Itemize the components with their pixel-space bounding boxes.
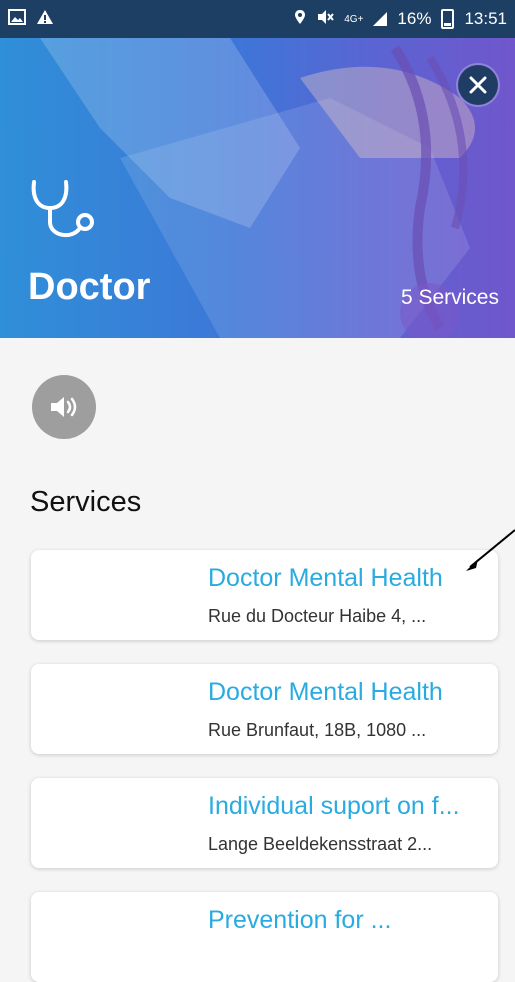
speaker-icon xyxy=(51,397,77,417)
services-section-title: Services xyxy=(30,486,142,518)
category-header: Doctor 5 Services xyxy=(0,38,515,338)
service-address: Rue du Docteur Haibe 4, ... xyxy=(208,606,427,626)
location-icon xyxy=(294,9,306,30)
image-notification-icon xyxy=(8,8,26,30)
warning-icon xyxy=(36,9,54,30)
audio-button[interactable] xyxy=(32,375,96,439)
services-count: 5 Services xyxy=(400,286,499,309)
status-right: 4G+ 16% 13:51 xyxy=(294,9,507,30)
category-title: Doctor xyxy=(28,266,151,308)
service-card[interactable]: Prevention for ... xyxy=(31,892,498,982)
service-title: Prevention for ... xyxy=(208,906,392,934)
close-button[interactable] xyxy=(458,65,498,105)
signal-icon xyxy=(373,12,388,26)
service-address: Lange Beeldekensstraat 2... xyxy=(208,834,433,854)
clock: 13:51 xyxy=(464,9,507,28)
service-card[interactable]: Individual suport on f... Lange Beeldeke… xyxy=(31,778,498,868)
mute-icon xyxy=(316,9,335,30)
service-card[interactable]: Doctor Mental Health Rue Brunfaut, 18B, … xyxy=(31,664,498,754)
battery-percent: 16% xyxy=(397,9,432,28)
close-icon xyxy=(469,76,487,94)
network-type: 4G+ xyxy=(344,13,364,25)
stethoscope-icon xyxy=(31,180,94,238)
service-address: Rue Brunfaut, 18B, 1080 ... xyxy=(208,720,427,740)
service-title: Doctor Mental Health xyxy=(208,564,443,592)
service-title: Doctor Mental Health xyxy=(208,678,443,706)
status-left xyxy=(8,8,54,30)
status-bar: 4G+ 16% 13:51 xyxy=(0,0,515,38)
service-card[interactable]: Doctor Mental Health Rue du Docteur Haib… xyxy=(31,550,498,640)
battery-icon xyxy=(441,9,455,29)
service-title: Individual suport on f... xyxy=(208,792,460,820)
